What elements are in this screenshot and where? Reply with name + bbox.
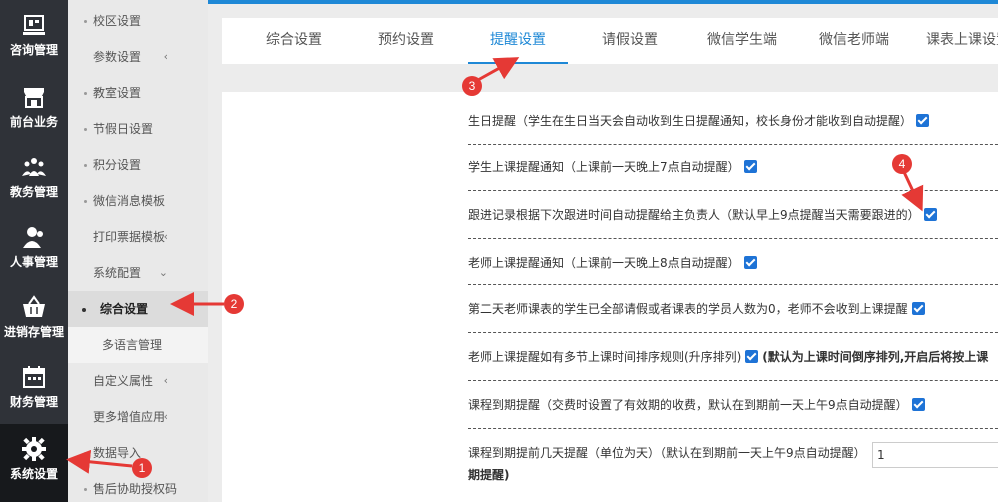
annotation-badge-1: 1 (132, 458, 152, 478)
annotation-badge-2: 2 (224, 294, 244, 314)
arrow-3 (477, 57, 520, 82)
arrow-1 (66, 449, 133, 474)
annotation-badge-3: 3 (462, 76, 482, 96)
annotation-arrows (66, 57, 924, 474)
arrow-4 (901, 171, 924, 212)
annotation-badge-4: 4 (892, 154, 912, 174)
